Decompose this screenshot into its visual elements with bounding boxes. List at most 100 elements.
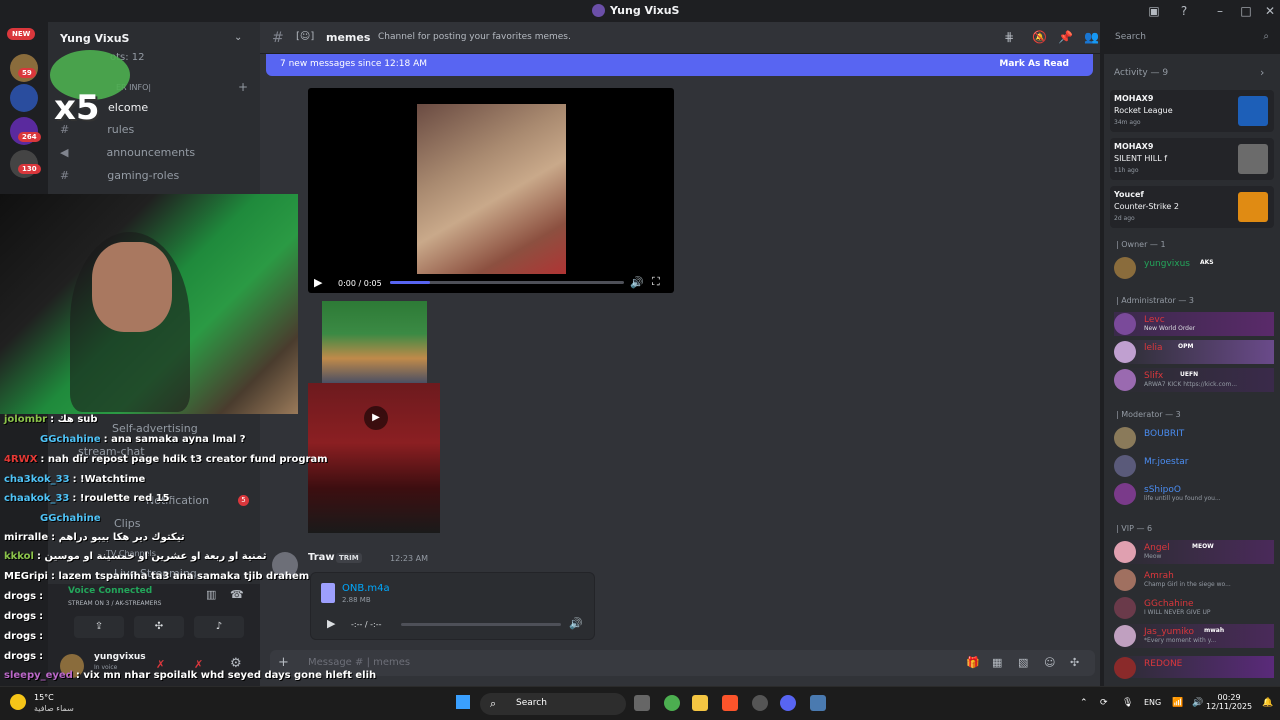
member-item[interactable]: Angel MEOW Meow — [1114, 540, 1274, 564]
activity-card[interactable]: MOHAX9 Rocket League 34m ago — [1110, 90, 1274, 132]
pin-icon[interactable]: 📌 — [1058, 30, 1073, 44]
member-item[interactable]: yungvixus AKS — [1114, 256, 1274, 280]
member-item[interactable]: Levc New World Order — [1114, 312, 1274, 336]
windows-start-icon[interactable] — [456, 695, 470, 709]
steam-icon[interactable] — [752, 695, 768, 711]
member-item[interactable]: BOUBRIT — [1114, 426, 1274, 450]
webcam-face — [92, 242, 172, 332]
channel-label: elcome — [108, 101, 149, 114]
apps-icon[interactable]: ✣ — [1070, 656, 1079, 669]
message-author[interactable]: Traw — [308, 552, 335, 563]
chrome-icon[interactable] — [664, 695, 680, 711]
activities-button[interactable]: ✣ — [134, 616, 184, 638]
weather-sun-icon[interactable] — [10, 694, 26, 710]
discord-icon[interactable] — [780, 695, 796, 711]
volume-icon[interactable]: 🔊 — [630, 276, 644, 289]
member-item[interactable]: GGchahine I WILL NEVER GIVE UP — [1114, 596, 1274, 620]
screen-share-button[interactable]: ⇪ — [74, 616, 124, 638]
volume-icon[interactable]: 🔊 — [569, 617, 583, 630]
voice-channel[interactable]: STREAM ON 3 / AK-STREAMERS — [68, 600, 161, 607]
add-attachment-icon[interactable]: + — [278, 655, 289, 670]
calculator-icon[interactable] — [810, 695, 826, 711]
play-icon[interactable]: ▶ — [364, 406, 388, 430]
soundboard-button[interactable]: ♪ — [194, 616, 244, 638]
member-status: Champ Girl in the siege wo... — [1144, 581, 1231, 588]
brave-icon[interactable] — [722, 695, 738, 711]
server-name[interactable]: Yung VixuS — [60, 32, 129, 45]
server-icon[interactable] — [10, 84, 38, 112]
close-button[interactable]: ✕ — [1262, 3, 1278, 19]
member-item[interactable]: sShipoO life untill you found you... — [1114, 482, 1274, 506]
channel-announcements[interactable]: ◀ announcements — [60, 146, 195, 159]
play-icon[interactable]: ▶ — [327, 617, 335, 630]
language-indicator[interactable]: ENG — [1144, 698, 1161, 707]
user-name[interactable]: yungvixus — [94, 652, 146, 662]
notification-bell-icon[interactable]: 🔕 — [1032, 30, 1047, 44]
member-item[interactable]: Jas_yumiko mwah *Every moment with y... — [1114, 624, 1274, 648]
add-channel-icon[interactable]: + — [238, 80, 248, 94]
file-name[interactable]: ONB.m4a — [342, 583, 390, 594]
hash-icon: # — [272, 30, 284, 46]
member-status: life untill you found you... — [1144, 495, 1221, 502]
threads-icon[interactable]: ⋕ — [1004, 30, 1014, 44]
server-tag: MEOW — [1192, 543, 1214, 550]
member-status: ARWA7 KICK https://kick.com... — [1144, 381, 1238, 388]
chevron-down-icon[interactable]: ⌄ — [234, 32, 242, 43]
sync-icon[interactable]: ⟳ — [1100, 698, 1108, 708]
member-item[interactable]: Slifx UEFN ARWA7 KICK https://kick.com..… — [1114, 368, 1274, 392]
member-item[interactable]: Mr.joestar — [1114, 454, 1274, 478]
search-placeholder: Search — [1115, 32, 1146, 42]
notifications-icon[interactable]: 🔔 — [1262, 698, 1273, 708]
clock-date: 12/11/2025 — [1206, 702, 1253, 711]
gif-icon[interactable]: ▦ — [992, 656, 1002, 669]
taskbar-search-label: Search — [516, 698, 547, 708]
activity-header: Activity — 9 — [1114, 68, 1169, 78]
channel-gaming-roles[interactable]: # gaming-roles — [60, 169, 179, 182]
taskbar-search[interactable]: ⌕ Search — [480, 693, 626, 715]
emoji-icon[interactable]: ☺ — [1044, 656, 1055, 669]
mark-as-read-button[interactable]: Mark As Read — [999, 59, 1069, 69]
help-icon[interactable]: ? — [1176, 3, 1192, 19]
activity-card[interactable]: Youcef Counter-Strike 2 2d ago — [1110, 186, 1274, 228]
gift-icon[interactable]: 🎁 — [966, 656, 980, 669]
message-composer[interactable]: + Message # | memes 🎁 ▦ ▧ ☺ ✣ — [270, 650, 1095, 676]
audio-progress-track[interactable] — [401, 623, 561, 626]
mic-icon[interactable]: 🎙 — [1122, 698, 1133, 708]
wifi-icon[interactable]: 📶 — [1172, 698, 1183, 708]
member-item[interactable]: Amrah Champ Girl in the siege wo... — [1114, 568, 1274, 592]
member-item[interactable]: REDONE — [1114, 656, 1274, 679]
member-item[interactable]: lelia OPM — [1114, 340, 1274, 364]
image-attachment[interactable] — [322, 301, 427, 383]
video-time: 0:00 / 0:05 — [338, 279, 382, 288]
channel-topic[interactable]: Channel for posting your favorites memes… — [378, 32, 571, 42]
activity-time: 11h ago — [1114, 167, 1139, 174]
clock[interactable]: 00:29 12/11/2025 — [1206, 693, 1252, 711]
new-messages-bar[interactable]: 7 new messages since 12:18 AM Mark As Re… — [266, 54, 1093, 76]
activity-game: Counter-Strike 2 — [1114, 202, 1179, 211]
activity-card[interactable]: MOHAX9 SILENT HILL f 11h ago — [1110, 138, 1274, 180]
settings-gear-icon[interactable]: ⚙ — [230, 656, 242, 671]
search-input[interactable]: Search ⌕ — [1110, 29, 1274, 47]
silent-hill-icon — [1238, 144, 1268, 174]
file-explorer-icon[interactable] — [692, 695, 708, 711]
maximize-button[interactable]: □ — [1238, 3, 1254, 19]
weather-temp[interactable]: 15°C — [34, 693, 54, 702]
chevron-right-icon[interactable]: › — [1260, 66, 1264, 79]
minimize-button[interactable]: – — [1212, 3, 1228, 19]
member-list-icon[interactable]: 👥 — [1084, 30, 1099, 44]
fullscreen-icon[interactable]: ⛶ — [652, 275, 660, 289]
channel-clips[interactable]: Clips — [114, 517, 141, 530]
sticker-icon[interactable]: ▧ — [1018, 656, 1028, 669]
noise-suppression-icon[interactable]: ▥ — [206, 588, 216, 601]
member-name: Angel — [1144, 543, 1170, 553]
channel-welcome[interactable]: elcome — [108, 101, 148, 114]
inbox-icon[interactable]: ▣ — [1146, 3, 1162, 19]
play-icon[interactable]: ▶ — [314, 276, 322, 289]
tray-chevron-icon[interactable]: ⌃ — [1080, 698, 1088, 708]
speaker-icon[interactable]: 🔊 — [1192, 698, 1203, 708]
avatar — [1114, 483, 1136, 505]
disconnect-icon[interactable]: ☎ — [230, 588, 244, 601]
task-view-icon[interactable] — [634, 695, 650, 711]
channel-label: announcements — [106, 146, 196, 159]
member-name: lelia — [1144, 343, 1163, 353]
